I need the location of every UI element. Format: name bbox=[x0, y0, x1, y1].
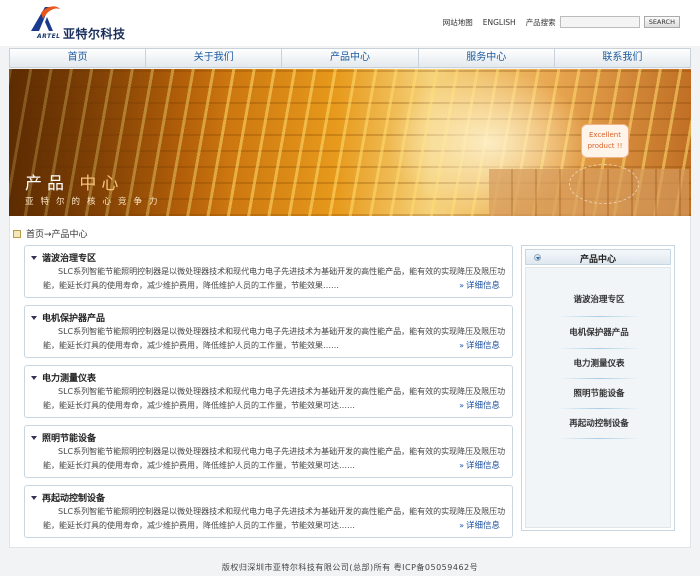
list-item: 电力测量仪表 SLC系列智能节能照明控制器是以微处理器技术和现代电力电子先进技术… bbox=[24, 365, 513, 418]
product-title[interactable]: 照明节能设备 bbox=[42, 431, 96, 444]
banner-title-main: 产品 bbox=[25, 174, 69, 194]
product-sidebar: 产品中心 谐波治理专区 电机保护器产品 电力测量仪表 照明节能设备 再起动控制设… bbox=[521, 245, 675, 531]
list-item: 谐波治理专区 SLC系列智能节能照明控制器是以微处理器技术和现代电力电子先进技术… bbox=[24, 245, 513, 298]
english-link[interactable]: ENGLISH bbox=[483, 18, 516, 27]
breadcrumb-text: 首页→产品中心 bbox=[26, 230, 88, 240]
product-title[interactable]: 再起动控制设备 bbox=[42, 491, 105, 504]
banner-title: 产品 中心 bbox=[25, 169, 123, 194]
sidebar-menu: 谐波治理专区 电机保护器产品 电力测量仪表 照明节能设备 再起动控制设备 bbox=[525, 267, 671, 528]
sidebar-item-harmonics[interactable]: 谐波治理专区 bbox=[526, 293, 672, 305]
tab-home[interactable]: 首页 bbox=[10, 49, 147, 67]
more-info-link[interactable]: » 详细信息 bbox=[459, 459, 500, 472]
triangle-bullet-icon bbox=[31, 315, 37, 320]
list-item: 再起动控制设备 SLC系列智能节能照明控制器是以微处理器技术和现代电力电子先进技… bbox=[24, 485, 513, 538]
double-chevron-icon: » bbox=[459, 520, 464, 530]
product-description: SLC系列智能节能照明控制器是以微处理器技术和现代电力电子先进技术为基础开发的高… bbox=[43, 447, 506, 470]
product-description: SLC系列智能节能照明控制器是以微处理器技术和现代电力电子先进技术为基础开发的高… bbox=[43, 327, 506, 350]
triangle-bullet-icon bbox=[31, 435, 37, 440]
more-info-label: 详细信息 bbox=[465, 341, 500, 351]
bubble-line-1: Excellent bbox=[589, 131, 621, 139]
sitemap-link[interactable]: 网站地图 bbox=[443, 17, 473, 28]
more-info-link[interactable]: » 详细信息 bbox=[459, 399, 500, 412]
speech-bubble: Excellent product !! bbox=[581, 124, 629, 158]
logo-sub-text: ARTEL bbox=[37, 33, 61, 40]
sidebar-item-restart-control[interactable]: 再起动控制设备 bbox=[526, 417, 672, 429]
tab-contact[interactable]: 联系我们 bbox=[555, 49, 690, 67]
more-info-label: 详细信息 bbox=[465, 521, 500, 531]
main-nav: 首页 关于我们 产品中心 服务中心 联系我们 bbox=[9, 48, 691, 68]
search-input[interactable] bbox=[559, 16, 640, 28]
product-title[interactable]: 电机保护器产品 bbox=[42, 311, 105, 324]
sidebar-item-lighting-saver[interactable]: 照明节能设备 bbox=[526, 387, 672, 399]
double-chevron-icon: » bbox=[459, 280, 464, 290]
sidebar-divider bbox=[558, 438, 640, 439]
product-description: SLC系列智能节能照明控制器是以微处理器技术和现代电力电子先进技术为基础开发的高… bbox=[43, 387, 506, 410]
tab-about[interactable]: 关于我们 bbox=[146, 49, 283, 67]
hero-banner: Excellent product !! 产品 中心 亚特尔的核心竞争力 bbox=[9, 69, 691, 216]
double-chevron-icon: » bbox=[459, 400, 464, 410]
more-info-link[interactable]: » 详细信息 bbox=[459, 279, 500, 292]
sidebar-header: 产品中心 bbox=[525, 249, 671, 265]
search-button[interactable]: SEARCH bbox=[643, 16, 680, 28]
banner-subtitle: 亚特尔的核心竞争力 bbox=[25, 197, 165, 207]
bubble-line-2: product !! bbox=[587, 142, 623, 150]
tab-service[interactable]: 服务中心 bbox=[419, 49, 555, 67]
triangle-bullet-icon bbox=[31, 375, 37, 380]
product-description: SLC系列智能节能照明控制器是以微处理器技术和现代电力电子先进技术为基础开发的高… bbox=[43, 267, 506, 290]
more-info-label: 详细信息 bbox=[465, 281, 500, 291]
breadcrumb: 首页→产品中心 bbox=[13, 227, 88, 240]
triangle-bullet-icon bbox=[31, 255, 37, 260]
sidebar-divider bbox=[558, 348, 640, 349]
logo-company-name: 亚特尔科技 bbox=[63, 27, 126, 41]
sidebar-item-motor-protector[interactable]: 电机保护器产品 bbox=[526, 326, 672, 338]
product-title[interactable]: 谐波治理专区 bbox=[42, 251, 96, 264]
breadcrumb-icon bbox=[13, 229, 21, 238]
list-item: 电机保护器产品 SLC系列智能节能照明控制器是以微处理器技术和现代电力电子先进技… bbox=[24, 305, 513, 358]
search-label: 产品搜索 bbox=[525, 17, 556, 27]
site-header: ARTEL 亚特尔科技 网站地图 ENGLISH 产品搜索 SEARCH bbox=[0, 0, 700, 46]
more-info-label: 详细信息 bbox=[465, 461, 500, 471]
sidebar-title: 产品中心 bbox=[579, 255, 616, 265]
sidebar-divider bbox=[558, 408, 640, 409]
sidebar-item-power-meter[interactable]: 电力测量仪表 bbox=[526, 357, 672, 369]
company-logo[interactable]: ARTEL 亚特尔科技 bbox=[27, 3, 137, 43]
triangle-bullet-icon bbox=[31, 495, 37, 500]
footer-copyright: 版权归深圳市亚特尔科技有限公司(总部)所有 粤ICP备05059462号 bbox=[221, 563, 479, 572]
double-chevron-icon: » bbox=[459, 460, 464, 470]
sidebar-divider bbox=[558, 316, 640, 317]
more-info-link[interactable]: » 详细信息 bbox=[459, 519, 500, 532]
decorative-orbit bbox=[569, 164, 639, 204]
list-item: 照明节能设备 SLC系列智能节能照明控制器是以微处理器技术和现代电力电子先进技术… bbox=[24, 425, 513, 478]
more-info-link[interactable]: » 详细信息 bbox=[459, 339, 500, 352]
banner-title-highlight: 中心 bbox=[79, 174, 124, 194]
top-links: 网站地图 ENGLISH 产品搜索 SEARCH bbox=[443, 16, 680, 28]
tab-products[interactable]: 产品中心 bbox=[282, 49, 419, 67]
product-title[interactable]: 电力测量仪表 bbox=[42, 371, 96, 384]
double-chevron-icon: » bbox=[459, 340, 464, 350]
more-info-label: 详细信息 bbox=[465, 401, 500, 411]
product-list: 谐波治理专区 SLC系列智能节能照明控制器是以微处理器技术和现代电力电子先进技术… bbox=[24, 245, 513, 545]
sidebar-divider bbox=[558, 378, 640, 379]
product-description: SLC系列智能节能照明控制器是以微处理器技术和现代电力电子先进技术为基础开发的高… bbox=[43, 507, 506, 530]
